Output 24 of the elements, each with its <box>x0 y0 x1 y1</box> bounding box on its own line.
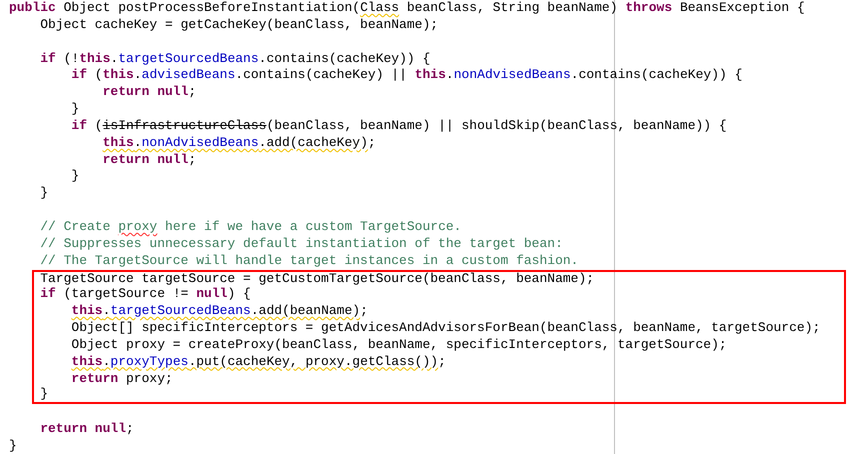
code-line: this.nonAdvisedBeans.add(cacheKey); <box>102 134 377 152</box>
code-line: return null; <box>39 421 135 438</box>
code-line: } <box>8 438 18 454</box>
code-line: // Create proxy here if we have a custom TargetSource. <box>39 218 462 236</box>
highlighted-code-line: } <box>32 387 846 404</box>
highlighted-code-line: this.proxyTypes.put(cacheKey, proxy.getClass()); <box>32 354 846 371</box>
code-line: if (!this.targetSourcedBeans.contains(cacheKey)) { <box>39 50 432 68</box>
code-line: // Suppresses unnecessary default instantiation of the target bean: <box>39 236 564 253</box>
highlighted-code-line: return proxy; <box>32 370 846 388</box>
highlighted-code-line: TargetSource targetSource = getCustomTargetSource(beanClass, beanName); <box>32 270 846 286</box>
code-line: } <box>70 101 80 118</box>
code-line: if (this.advisedBeans.contains(cacheKey) || this.nonAdvisedBeans.contains(cacheKey)) { <box>70 67 744 84</box>
highlighted-code-line: Object proxy = createProxy(beanClass, beanName, specificInterceptors, targetSource); <box>32 336 846 354</box>
code-line: Object cacheKey = getCacheKey(beanClass, beanName); <box>39 16 440 34</box>
code-line: // The TargetSource will handle target instances in a custom fashion. <box>39 252 580 270</box>
highlighted-code-line: this.targetSourcedBeans.add(beanName); <box>32 303 846 320</box>
code-line: if (isInfrastructureClass(beanClass, beanName) || shouldSkip(beanClass, beanName)) { <box>70 118 728 135</box>
highlighted-code-line: if (targetSource != null) { <box>32 286 846 304</box>
code-line: public Object postProcessBeforeInstantiation(Class beanClass, String beanName) throws BeansException { <box>8 0 806 17</box>
code-line: return null; <box>102 152 198 168</box>
code-line: } <box>39 185 49 202</box>
code-line: return null; <box>102 84 198 102</box>
highlighted-code-line: Object[] specificInterceptors = getAdvicesAndAdvisorsForBean(beanClass, beanName, targetSource); <box>32 320 846 337</box>
code-line: } <box>70 168 80 186</box>
